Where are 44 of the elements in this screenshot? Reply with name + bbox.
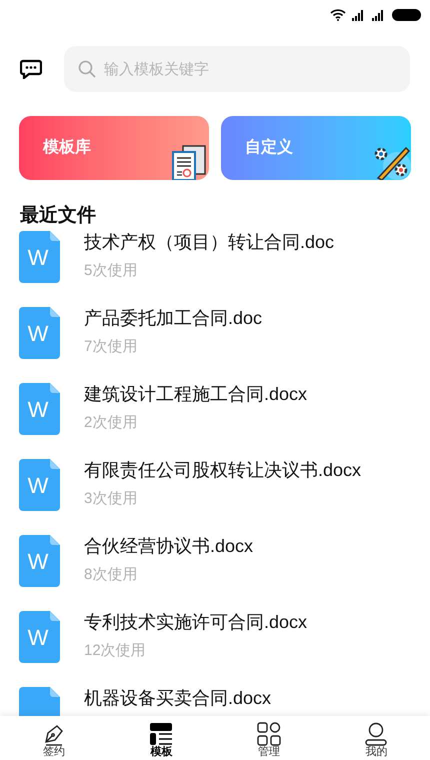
tab-item[interactable]: 管理 <box>215 716 322 760</box>
usage-count: 8次使用 <box>84 565 138 585</box>
word-document-icon: W <box>19 231 60 283</box>
grid-icon <box>256 722 281 746</box>
word-document-icon: W <box>19 535 60 587</box>
signal-icon <box>372 10 386 20</box>
usage-count: 12次使用 <box>84 641 147 661</box>
file-name: 建筑设计工程施工合同.docx <box>84 383 308 406</box>
tab-item[interactable]: 模板 <box>108 716 215 760</box>
tab-item[interactable]: 我的 <box>322 716 430 760</box>
file-item[interactable]: W 专利技术实施许可合同.docx 12次使用 <box>19 608 411 684</box>
file-item[interactable]: W 建筑设计工程施工合同.docx 2次使用 <box>19 380 411 456</box>
file-name: 合伙经营协议书.docx <box>84 535 254 558</box>
card-label: 自定义 <box>245 137 293 158</box>
file-name: 技术产权（项目）转让合同.doc <box>84 231 334 254</box>
word-document-icon: W <box>19 459 60 511</box>
file-item[interactable]: 机器设备买卖合同.docx <box>19 684 411 716</box>
file-item[interactable]: W 有限责任公司股权转让决议书.docx 3次使用 <box>19 456 411 532</box>
word-document-icon: W <box>19 307 60 359</box>
file-name: 有限责任公司股权转让决议书.docx <box>84 459 362 482</box>
tab-item[interactable]: 签约 <box>0 716 108 760</box>
usage-count: 2次使用 <box>84 413 138 433</box>
file-item[interactable]: W 技术产权（项目）转让合同.doc 5次使用 <box>19 228 411 304</box>
usage-count: 7次使用 <box>84 337 138 357</box>
chat-icon[interactable] <box>20 59 42 79</box>
word-document-icon: W <box>19 383 60 435</box>
file-item[interactable]: W 产品委托加工合同.doc 7次使用 <box>19 304 411 380</box>
signal-icon <box>352 10 366 20</box>
card-label: 模板库 <box>43 137 91 158</box>
file-name: 机器设备买卖合同.docx <box>84 687 272 710</box>
user-icon <box>364 722 388 746</box>
search-field[interactable]: 输入模板关键字 <box>64 46 410 92</box>
battery-icon <box>392 9 422 21</box>
wifi-icon <box>330 9 346 21</box>
document-stack-icon <box>171 144 207 180</box>
usage-count: 3次使用 <box>84 489 138 509</box>
file-name: 专利技术实施许可合同.docx <box>84 611 308 634</box>
word-document-icon: W <box>19 611 60 663</box>
search-icon <box>78 60 96 78</box>
usage-count: 5次使用 <box>84 261 138 281</box>
layout-icon <box>149 722 174 746</box>
file-name: 产品委托加工合同.doc <box>84 307 262 330</box>
file-item[interactable]: W 合伙经营协议书.docx 8次使用 <box>19 532 411 608</box>
section-title: 最近文件 <box>19 204 97 228</box>
